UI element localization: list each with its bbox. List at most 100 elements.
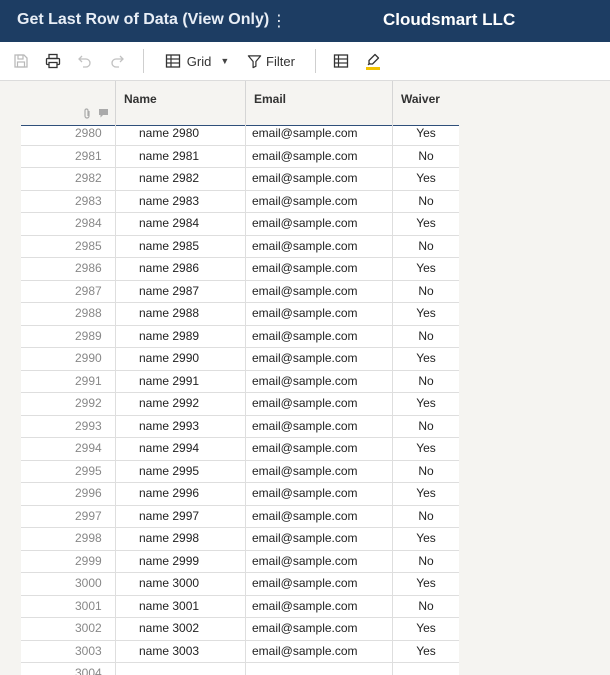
- table-row[interactable]: 2993 name 2993 email@sample.com No: [21, 415, 459, 438]
- table-row[interactable]: 2992 name 2992 email@sample.com Yes: [21, 393, 459, 416]
- cell-waiver[interactable]: Yes: [392, 528, 459, 550]
- cell-waiver[interactable]: Yes: [392, 618, 459, 640]
- cell-name[interactable]: name 3002: [115, 618, 245, 640]
- cell-email[interactable]: email@sample.com: [245, 505, 392, 528]
- cell-waiver[interactable]: Yes: [392, 168, 459, 190]
- cell-waiver[interactable]: No: [392, 505, 459, 528]
- cell-email[interactable]: email@sample.com: [245, 438, 392, 460]
- cell-waiver[interactable]: Yes: [392, 640, 459, 663]
- table-row[interactable]: 2988 name 2988 email@sample.com Yes: [21, 303, 459, 326]
- save-button[interactable]: [10, 42, 32, 80]
- table-row[interactable]: 2996 name 2996 email@sample.com Yes: [21, 483, 459, 506]
- column-header-waiver[interactable]: Waiver: [392, 81, 459, 125]
- print-button[interactable]: [42, 42, 64, 80]
- cell-email[interactable]: email@sample.com: [245, 573, 392, 595]
- cell-name[interactable]: name 2996: [115, 483, 245, 505]
- cell-email[interactable]: email@sample.com: [245, 123, 392, 145]
- table-row[interactable]: 2987 name 2987 email@sample.com No: [21, 280, 459, 303]
- cell-waiver[interactable]: Yes: [392, 213, 459, 235]
- cell-name[interactable]: name 2982: [115, 168, 245, 190]
- cell-name[interactable]: name 2980: [115, 123, 245, 145]
- cell-waiver[interactable]: No: [392, 325, 459, 348]
- redo-button[interactable]: [106, 42, 128, 80]
- cell-name[interactable]: name 2981: [115, 145, 245, 168]
- cell-waiver[interactable]: Yes: [392, 303, 459, 325]
- cell-email[interactable]: email@sample.com: [245, 348, 392, 370]
- column-header-name[interactable]: Name: [115, 81, 245, 125]
- cell-waiver[interactable]: Yes: [392, 573, 459, 595]
- cell-waiver[interactable]: No: [392, 280, 459, 303]
- table-row[interactable]: 2991 name 2991 email@sample.com No: [21, 370, 459, 393]
- filter-button[interactable]: Filter: [244, 42, 298, 80]
- cell-email[interactable]: email@sample.com: [245, 258, 392, 280]
- table-row[interactable]: 2989 name 2989 email@sample.com No: [21, 325, 459, 348]
- cell-waiver[interactable]: Yes: [392, 258, 459, 280]
- cell-name[interactable]: name 2999: [115, 550, 245, 573]
- table-row[interactable]: 2982 name 2982 email@sample.com Yes: [21, 168, 459, 191]
- cell-waiver[interactable]: Yes: [392, 393, 459, 415]
- cell-waiver[interactable]: No: [392, 370, 459, 393]
- table-row[interactable]: 2990 name 2990 email@sample.com Yes: [21, 348, 459, 371]
- cell-email[interactable]: email@sample.com: [245, 640, 392, 663]
- cell-name[interactable]: name 2991: [115, 370, 245, 393]
- table-row[interactable]: 3000 name 3000 email@sample.com Yes: [21, 573, 459, 596]
- cell-email[interactable]: email@sample.com: [245, 460, 392, 483]
- table-row[interactable]: 2999 name 2999 email@sample.com No: [21, 550, 459, 573]
- cell-waiver[interactable]: Yes: [392, 123, 459, 145]
- table-row[interactable]: 3003 name 3003 email@sample.com Yes: [21, 640, 459, 663]
- cell-email[interactable]: email@sample.com: [245, 213, 392, 235]
- cell-waiver[interactable]: Yes: [392, 438, 459, 460]
- cell-waiver[interactable]: No: [392, 145, 459, 168]
- cell-email[interactable]: email@sample.com: [245, 280, 392, 303]
- more-options-icon[interactable]: ⋮: [271, 11, 287, 31]
- cell-email[interactable]: email@sample.com: [245, 145, 392, 168]
- cell-email[interactable]: email@sample.com: [245, 618, 392, 640]
- cell-name[interactable]: name 2994: [115, 438, 245, 460]
- table-row[interactable]: 2984 name 2984 email@sample.com Yes: [21, 213, 459, 236]
- cell-name[interactable]: name 3000: [115, 573, 245, 595]
- cell-name[interactable]: name 3001: [115, 595, 245, 618]
- cell-email[interactable]: email@sample.com: [245, 415, 392, 438]
- cell-name[interactable]: name 2988: [115, 303, 245, 325]
- cell-name[interactable]: name 2986: [115, 258, 245, 280]
- cell-name[interactable]: name 2985: [115, 235, 245, 258]
- cell-waiver[interactable]: No: [392, 190, 459, 213]
- table-row[interactable]: 2998 name 2998 email@sample.com Yes: [21, 528, 459, 551]
- cell-name[interactable]: name 2992: [115, 393, 245, 415]
- table-row[interactable]: 2986 name 2986 email@sample.com Yes: [21, 258, 459, 281]
- cell-waiver[interactable]: No: [392, 235, 459, 258]
- table-row[interactable]: 2997 name 2997 email@sample.com No: [21, 505, 459, 528]
- cell-name[interactable]: name 2989: [115, 325, 245, 348]
- cell-email[interactable]: email@sample.com: [245, 235, 392, 258]
- cell-name[interactable]: name 2990: [115, 348, 245, 370]
- cell-name[interactable]: [115, 663, 245, 675]
- cell-waiver[interactable]: No: [392, 595, 459, 618]
- cell-name[interactable]: name 3003: [115, 640, 245, 663]
- cell-email[interactable]: email@sample.com: [245, 528, 392, 550]
- table-row[interactable]: 2980 name 2980 email@sample.com Yes: [21, 123, 459, 146]
- cell-waiver[interactable]: No: [392, 550, 459, 573]
- cell-waiver[interactable]: No: [392, 460, 459, 483]
- table-row[interactable]: 2985 name 2985 email@sample.com No: [21, 235, 459, 258]
- cell-email[interactable]: [245, 663, 392, 675]
- cell-name[interactable]: name 2995: [115, 460, 245, 483]
- undo-button[interactable]: [74, 42, 96, 80]
- cell-email[interactable]: email@sample.com: [245, 190, 392, 213]
- table-row[interactable]: 2994 name 2994 email@sample.com Yes: [21, 438, 459, 461]
- cell-email[interactable]: email@sample.com: [245, 595, 392, 618]
- cell-email[interactable]: email@sample.com: [245, 550, 392, 573]
- table-settings-button[interactable]: [330, 42, 352, 80]
- table-row[interactable]: 2983 name 2983 email@sample.com No: [21, 190, 459, 213]
- cell-waiver[interactable]: No: [392, 415, 459, 438]
- cell-email[interactable]: email@sample.com: [245, 325, 392, 348]
- cell-waiver[interactable]: Yes: [392, 348, 459, 370]
- cell-waiver[interactable]: Yes: [392, 483, 459, 505]
- cell-email[interactable]: email@sample.com: [245, 168, 392, 190]
- cell-email[interactable]: email@sample.com: [245, 393, 392, 415]
- cell-name[interactable]: name 2997: [115, 505, 245, 528]
- cell-email[interactable]: email@sample.com: [245, 303, 392, 325]
- cell-email[interactable]: email@sample.com: [245, 483, 392, 505]
- cell-name[interactable]: name 2998: [115, 528, 245, 550]
- table-row[interactable]: 2995 name 2995 email@sample.com No: [21, 460, 459, 483]
- table-row[interactable]: 3002 name 3002 email@sample.com Yes: [21, 618, 459, 641]
